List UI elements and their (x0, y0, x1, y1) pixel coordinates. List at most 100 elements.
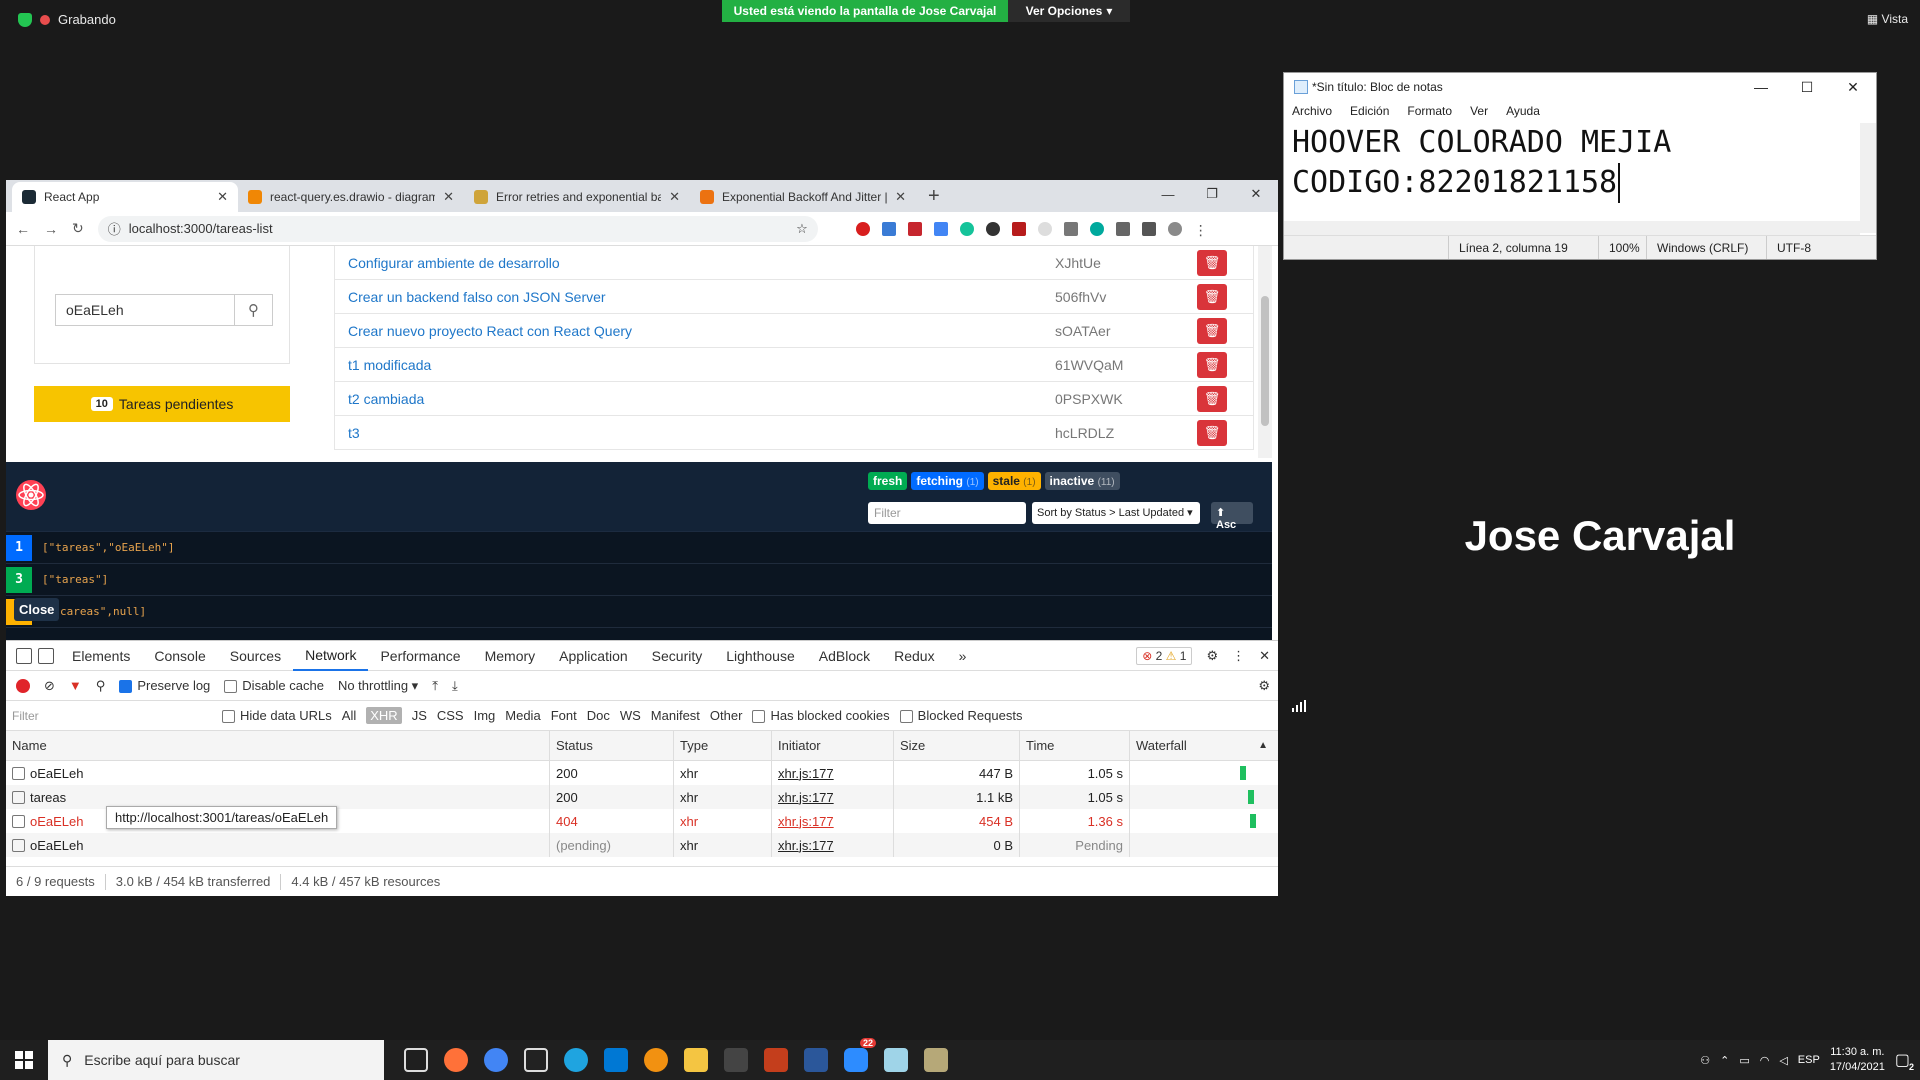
task-title[interactable]: Crear un backend falso con JSON Server (335, 289, 1055, 305)
language-indicator[interactable]: ESP (1798, 1054, 1820, 1066)
close-icon[interactable]: ✕ (1259, 648, 1270, 664)
firefox-icon[interactable] (444, 1048, 468, 1072)
tab-exponential-backoff[interactable]: Exponential Backoff And Jitter | AWS ✕ (690, 182, 916, 212)
upload-icon[interactable]: ⤒ (432, 678, 438, 694)
adblock-icon[interactable] (855, 221, 870, 236)
battery-icon[interactable]: ▭ (1739, 1054, 1749, 1067)
tab-lighthouse[interactable]: Lighthouse (714, 641, 807, 671)
hide-data-urls-checkbox[interactable]: Hide data URLs (222, 708, 332, 724)
task-title[interactable]: t1 modificada (335, 357, 1055, 373)
search-field[interactable]: oEaELeh ⚲ (55, 294, 273, 326)
type-media[interactable]: Media (505, 708, 540, 723)
query-row[interactable]: careas",null] (6, 596, 1272, 628)
menu-archivo[interactable]: Archivo (1292, 104, 1332, 118)
request-row[interactable]: oEaELeh 200 xhr xhr.js:177 447 B 1.05 s (6, 761, 1278, 785)
disable-cache-checkbox[interactable]: Disable cache (224, 678, 324, 694)
scrollbar-thumb[interactable] (1261, 296, 1269, 426)
device-toolbar-icon[interactable] (38, 647, 54, 664)
task-title[interactable]: Configurar ambiente de desarrollo (335, 255, 1055, 271)
new-tab-button[interactable]: + (928, 185, 940, 208)
query-row[interactable]: 3 ["tareas"] (6, 564, 1272, 596)
query-row[interactable]: 1 ["tareas","oEaELeh"] (6, 532, 1272, 564)
search-icon[interactable]: ⚲ (234, 295, 272, 325)
edge-icon[interactable] (564, 1048, 588, 1072)
extension-icon[interactable] (1037, 221, 1052, 236)
column-status[interactable]: Status (550, 731, 674, 760)
trash-icon[interactable]: 🗑 (1197, 317, 1227, 344)
menu-ver[interactable]: Ver (1470, 104, 1488, 118)
type-manifest[interactable]: Manifest (651, 708, 700, 723)
grammarly-icon[interactable] (959, 221, 974, 236)
rq-sort-select[interactable]: Sort by Status > Last Updated ▾ (1032, 502, 1200, 524)
minimize-button[interactable]: — (1738, 73, 1784, 101)
column-initiator[interactable]: Initiator (772, 731, 894, 760)
chevron-up-icon[interactable]: ⌃ (1720, 1054, 1729, 1067)
request-initiator[interactable]: xhr.js:177 (772, 785, 894, 809)
paint-icon[interactable] (924, 1048, 948, 1072)
people-icon[interactable]: ⚇ (1700, 1054, 1710, 1067)
address-bar[interactable]: ⓘ localhost:3000/tareas-list ☆ (97, 215, 818, 242)
translate-icon[interactable] (933, 221, 948, 236)
request-row[interactable]: oEaELeh (pending) xhr xhr.js:177 0 B Pen… (6, 833, 1278, 857)
tab-elements[interactable]: Elements (60, 641, 142, 671)
issues-counter[interactable]: ⊗ 2 ⚠ 1 (1136, 647, 1193, 665)
throttling-select[interactable]: No throttling ▾ (338, 678, 418, 694)
block-icon[interactable] (985, 221, 1000, 236)
menu-formato[interactable]: Formato (1407, 104, 1452, 118)
star-icon[interactable]: ☆ (796, 221, 808, 237)
menu-edicion[interactable]: Edición (1350, 104, 1389, 118)
column-waterfall[interactable]: Waterfall ▲ (1130, 731, 1278, 760)
search-input[interactable]: oEaELeh (56, 295, 234, 325)
page-scrollbar[interactable] (1258, 246, 1272, 458)
tab-sources[interactable]: Sources (218, 641, 293, 671)
tab-application[interactable]: Application (547, 641, 640, 671)
clock[interactable]: 11:30 a. m. 17/04/2021 (1830, 1045, 1885, 1075)
avatar[interactable] (1167, 221, 1182, 236)
trash-icon[interactable]: 🗑 (1197, 351, 1227, 378)
tab-drawio[interactable]: react-query.es.drawio - diagrams.net ✕ (238, 182, 464, 212)
tab-performance[interactable]: Performance (368, 641, 472, 671)
task-title[interactable]: Crear nuevo proyecto React con React Que… (335, 323, 1055, 339)
reload-icon[interactable]: ↻ (72, 220, 84, 237)
notification-center-icon[interactable]: ▢ 2 (1895, 1050, 1914, 1072)
close-button[interactable]: ✕ (1830, 73, 1876, 101)
tab-adblock[interactable]: AdBlock (807, 641, 882, 671)
view-button[interactable]: ▦ Vista (1867, 12, 1908, 26)
trash-icon[interactable]: 🗑 (1197, 249, 1227, 276)
kebab-menu-icon[interactable]: ⋮ (1232, 648, 1245, 664)
task-title[interactable]: t3 (335, 425, 1055, 441)
column-type[interactable]: Type (674, 731, 772, 760)
tab-console[interactable]: Console (142, 641, 217, 671)
type-img[interactable]: Img (474, 708, 496, 723)
request-initiator[interactable]: xhr.js:177 (772, 761, 894, 785)
close-button[interactable]: ✕ (1234, 180, 1278, 208)
notepad-icon[interactable] (884, 1048, 908, 1072)
gear-icon[interactable]: ⚙ (1258, 678, 1270, 694)
zoom-icon[interactable]: 22 (844, 1038, 876, 1072)
rq-close-button[interactable]: Close (14, 598, 60, 621)
more-tabs-icon[interactable]: » (947, 641, 979, 671)
clear-icon[interactable]: ⊘ (44, 678, 55, 694)
vertical-scrollbar[interactable] (1860, 123, 1876, 233)
trash-icon[interactable]: 🗑 (1197, 419, 1227, 446)
column-time[interactable]: Time (1020, 731, 1130, 760)
type-css[interactable]: CSS (437, 708, 464, 723)
notepad-titlebar[interactable]: *Sin título: Bloc de notas — ☐ ✕ (1284, 73, 1876, 101)
tab-error-retries[interactable]: Error retries and exponential backoff ✕ (464, 182, 690, 212)
pending-tasks-button[interactable]: 10 Tareas pendientes (34, 386, 290, 422)
column-size[interactable]: Size (894, 731, 1020, 760)
tab-redux[interactable]: Redux (882, 641, 946, 671)
trash-icon[interactable]: 🗑 (1197, 283, 1227, 310)
type-ws[interactable]: WS (620, 708, 641, 723)
maximize-button[interactable]: ☐ (1784, 73, 1830, 101)
type-doc[interactable]: Doc (587, 708, 610, 723)
view-options-button[interactable]: Ver Opciones ▾ (1008, 0, 1130, 22)
record-button[interactable] (16, 678, 30, 693)
mail-icon[interactable] (604, 1048, 628, 1072)
close-icon[interactable]: ✕ (895, 189, 906, 205)
start-button[interactable] (0, 1040, 48, 1080)
tab-memory[interactable]: Memory (473, 641, 548, 671)
preserve-log-checkbox[interactable]: Preserve log (119, 678, 210, 694)
column-name[interactable]: Name (6, 731, 550, 760)
tab-security[interactable]: Security (640, 641, 715, 671)
